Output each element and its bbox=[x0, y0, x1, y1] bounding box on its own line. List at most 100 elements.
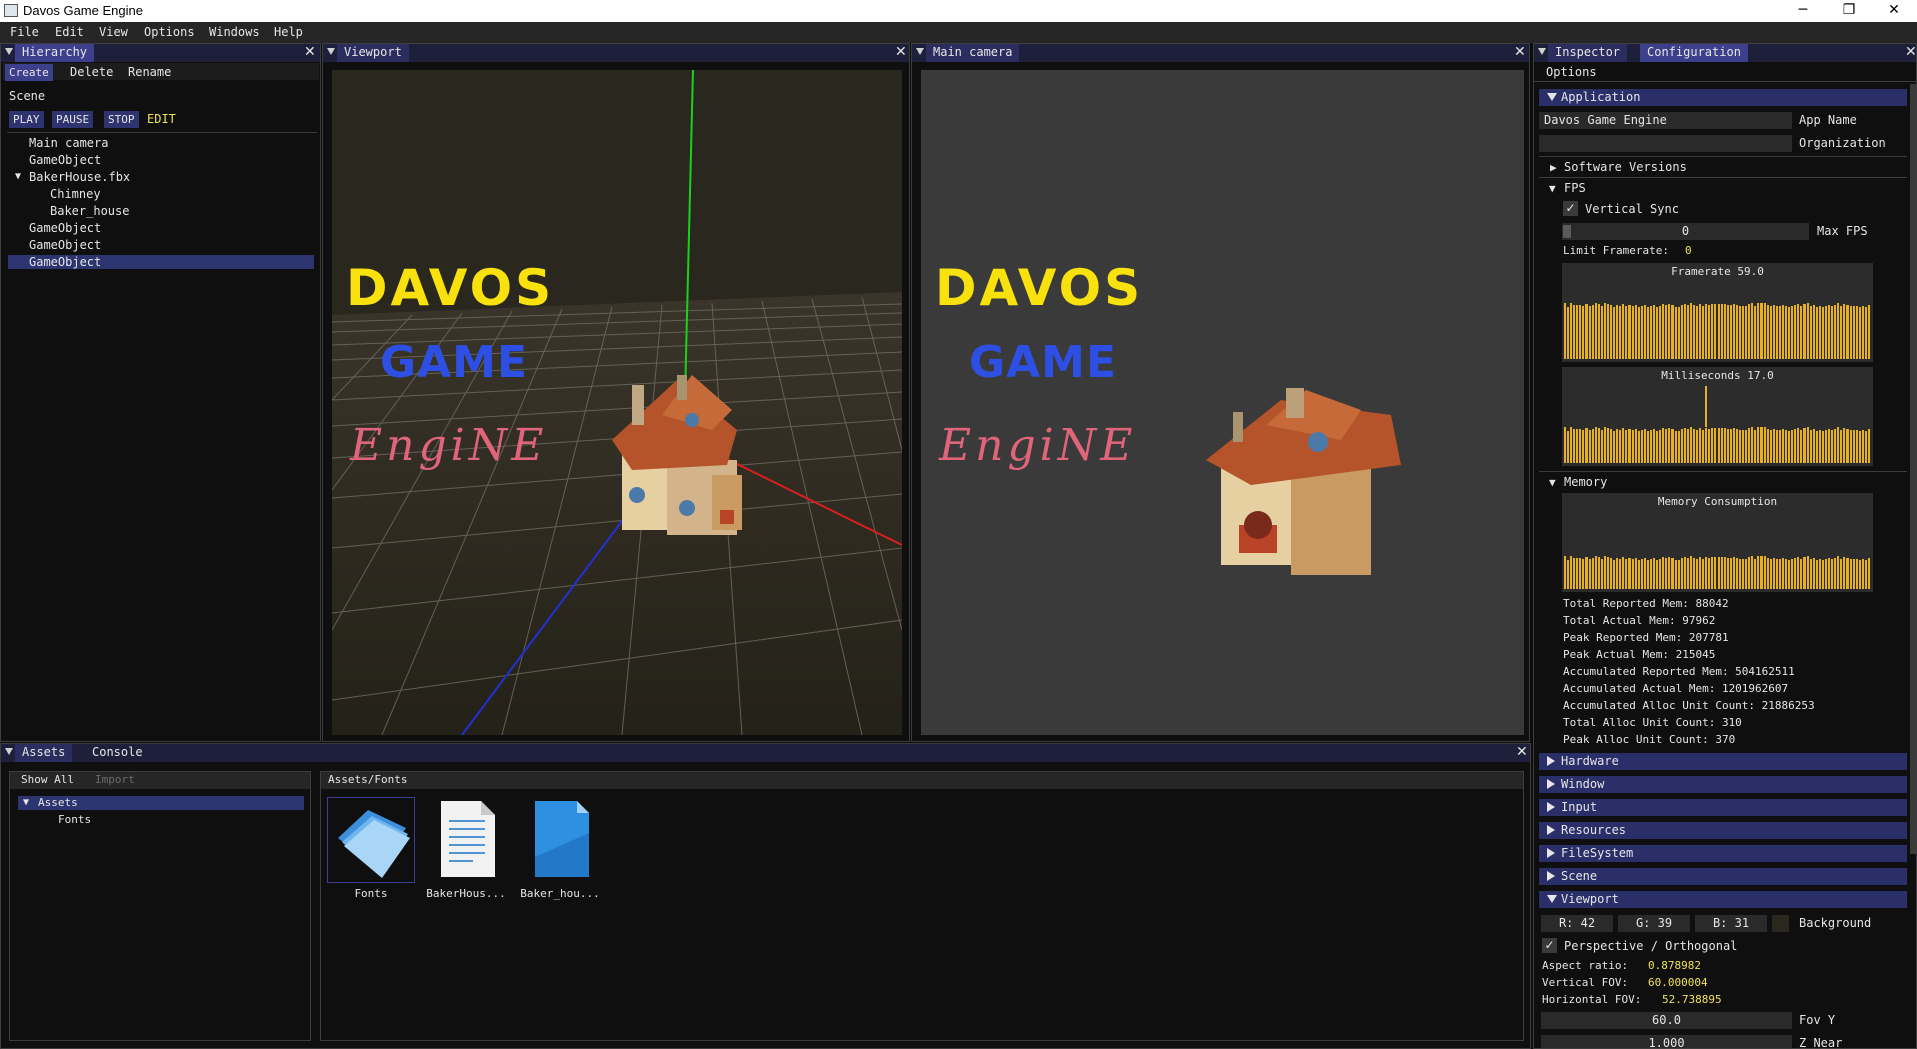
minimize-button[interactable]: ─ bbox=[1780, 0, 1826, 22]
tree-item[interactable]: GameObject bbox=[29, 221, 101, 235]
file-label[interactable]: Fonts bbox=[327, 887, 415, 900]
histogram-bar bbox=[1606, 556, 1610, 589]
close-icon[interactable]: ✕ bbox=[304, 45, 316, 60]
collapse-arrow-icon[interactable] bbox=[327, 48, 335, 55]
menu-help[interactable]: Help bbox=[274, 25, 303, 39]
collapse-arrow-icon[interactable] bbox=[1538, 48, 1546, 55]
edit-mode-label[interactable]: EDIT bbox=[147, 112, 176, 126]
tree-item-selected[interactable]: GameObject bbox=[29, 255, 101, 269]
menu-edit[interactable]: Edit bbox=[55, 25, 84, 39]
slider-grab[interactable] bbox=[1563, 225, 1571, 238]
close-icon[interactable]: ✕ bbox=[1905, 45, 1916, 60]
menu-options[interactable]: Options bbox=[144, 25, 195, 39]
fps-node[interactable]: FPS bbox=[1564, 181, 1586, 195]
tab-main-camera[interactable]: Main camera bbox=[926, 44, 1020, 62]
file-label[interactable]: BakerHous... bbox=[417, 887, 515, 900]
expand-arrow-icon[interactable]: ▶ bbox=[1550, 161, 1557, 174]
inspector-scrollbar[interactable] bbox=[1910, 84, 1916, 854]
expand-arrow-icon[interactable]: ▼ bbox=[23, 797, 29, 808]
histogram-bar bbox=[1788, 559, 1791, 589]
hardware-header[interactable]: Hardware bbox=[1539, 753, 1907, 770]
tab-hierarchy[interactable]: Hierarchy bbox=[15, 44, 95, 62]
file-icon[interactable] bbox=[517, 797, 603, 883]
application-header[interactable]: Application bbox=[1539, 89, 1907, 106]
histogram-bar bbox=[1751, 303, 1754, 359]
histogram-bar bbox=[1600, 559, 1603, 589]
tab-viewport[interactable]: Viewport bbox=[337, 44, 409, 62]
close-icon[interactable]: ✕ bbox=[895, 45, 907, 60]
tree-item[interactable]: GameObject bbox=[29, 238, 101, 252]
milliseconds-histogram: Milliseconds 17.0 bbox=[1562, 367, 1873, 466]
tree-item[interactable]: Baker_house bbox=[50, 204, 129, 218]
histogram-bar bbox=[1705, 557, 1708, 589]
histogram-bar bbox=[1849, 305, 1852, 359]
rename-button[interactable]: Rename bbox=[128, 65, 171, 79]
tree-item[interactable]: BakerHouse.fbx bbox=[29, 170, 130, 184]
filesystem-header[interactable]: FileSystem bbox=[1539, 845, 1907, 862]
bg-blue-field[interactable]: B: 31 bbox=[1695, 915, 1767, 932]
bg-red-field[interactable]: R: 42 bbox=[1541, 915, 1613, 932]
maximize-button[interactable]: ❐ bbox=[1826, 0, 1872, 22]
assets-tree-item-fonts[interactable]: Fonts bbox=[58, 813, 91, 826]
viewport-canvas[interactable]: DAVOS GAME EngiNE bbox=[332, 70, 902, 735]
assets-tree-root[interactable]: Assets bbox=[38, 796, 78, 809]
menu-file[interactable]: File bbox=[10, 25, 39, 39]
app-name-field[interactable]: Davos Game Engine bbox=[1539, 112, 1792, 129]
input-header[interactable]: Input bbox=[1539, 799, 1907, 816]
close-icon[interactable]: ✕ bbox=[1514, 45, 1526, 60]
collapse-arrow-icon[interactable] bbox=[916, 48, 924, 55]
histogram-bar bbox=[1708, 305, 1711, 359]
collapse-arrow-icon[interactable] bbox=[5, 748, 13, 755]
close-window-button[interactable]: ✕ bbox=[1871, 0, 1917, 22]
vsync-checkbox[interactable]: ✓ bbox=[1563, 201, 1578, 216]
tab-configuration[interactable]: Configuration bbox=[1640, 44, 1748, 62]
stop-button[interactable]: STOP bbox=[104, 111, 139, 128]
histogram-bar bbox=[1763, 427, 1766, 463]
tree-item[interactable]: Main camera bbox=[29, 136, 108, 150]
folder-icon[interactable] bbox=[327, 797, 415, 883]
histogram-bar bbox=[1824, 558, 1827, 589]
histogram-bar bbox=[1812, 304, 1815, 359]
tree-item[interactable]: Chimney bbox=[50, 187, 101, 201]
close-icon[interactable]: ✕ bbox=[1516, 745, 1528, 760]
bg-green-field[interactable]: G: 39 bbox=[1618, 915, 1690, 932]
expand-arrow-icon[interactable]: ▼ bbox=[1549, 182, 1556, 195]
expand-arrow-icon[interactable]: ▼ bbox=[1549, 476, 1556, 489]
histogram-bar bbox=[1625, 559, 1628, 589]
histogram-bar bbox=[1640, 558, 1643, 589]
create-button[interactable]: Create bbox=[5, 64, 53, 81]
tab-inspector[interactable]: Inspector bbox=[1548, 44, 1628, 62]
z-near-slider[interactable]: 1.000 bbox=[1541, 1035, 1792, 1048]
scene-header[interactable]: Scene bbox=[1539, 868, 1907, 885]
resources-header[interactable]: Resources bbox=[1539, 822, 1907, 839]
pause-button[interactable]: PAUSE bbox=[52, 111, 94, 128]
delete-button[interactable]: Delete bbox=[70, 65, 113, 79]
file-label[interactable]: Baker_hou... bbox=[511, 887, 609, 900]
hierarchy-panel: Hierarchy ✕ Create Delete Rename Scene P… bbox=[0, 43, 321, 742]
menu-windows[interactable]: Windows bbox=[209, 25, 260, 39]
options-menu[interactable]: Options bbox=[1546, 65, 1597, 79]
viewport-header[interactable]: Viewport bbox=[1539, 891, 1907, 908]
milliseconds-spike bbox=[1705, 386, 1707, 427]
document-icon[interactable] bbox=[423, 797, 509, 883]
perspective-checkbox[interactable]: ✓ bbox=[1542, 938, 1557, 953]
show-all-button[interactable]: Show All bbox=[21, 773, 74, 786]
max-fps-slider[interactable]: 0 bbox=[1562, 223, 1809, 240]
import-button[interactable]: Import bbox=[95, 773, 135, 786]
software-versions-node[interactable]: Software Versions bbox=[1564, 160, 1687, 174]
histogram-bar bbox=[1788, 430, 1791, 463]
play-button[interactable]: PLAY bbox=[9, 111, 44, 128]
organization-field[interactable] bbox=[1539, 135, 1792, 152]
window-header[interactable]: Window bbox=[1539, 776, 1907, 793]
collapse-arrow-icon[interactable] bbox=[5, 48, 13, 55]
menu-view[interactable]: View bbox=[99, 25, 128, 39]
expand-arrow-icon[interactable]: ▼ bbox=[15, 171, 21, 182]
camera-canvas[interactable]: DAVOS GAME EngiNE bbox=[921, 70, 1524, 735]
histogram-bar bbox=[1828, 305, 1831, 359]
tab-assets[interactable]: Assets bbox=[15, 744, 73, 762]
tab-console[interactable]: Console bbox=[85, 744, 150, 762]
tree-item[interactable]: GameObject bbox=[29, 153, 101, 167]
fov-y-slider[interactable]: 60.0 bbox=[1541, 1012, 1792, 1029]
memory-node[interactable]: Memory bbox=[1564, 475, 1607, 489]
bg-color-swatch[interactable] bbox=[1772, 915, 1789, 932]
